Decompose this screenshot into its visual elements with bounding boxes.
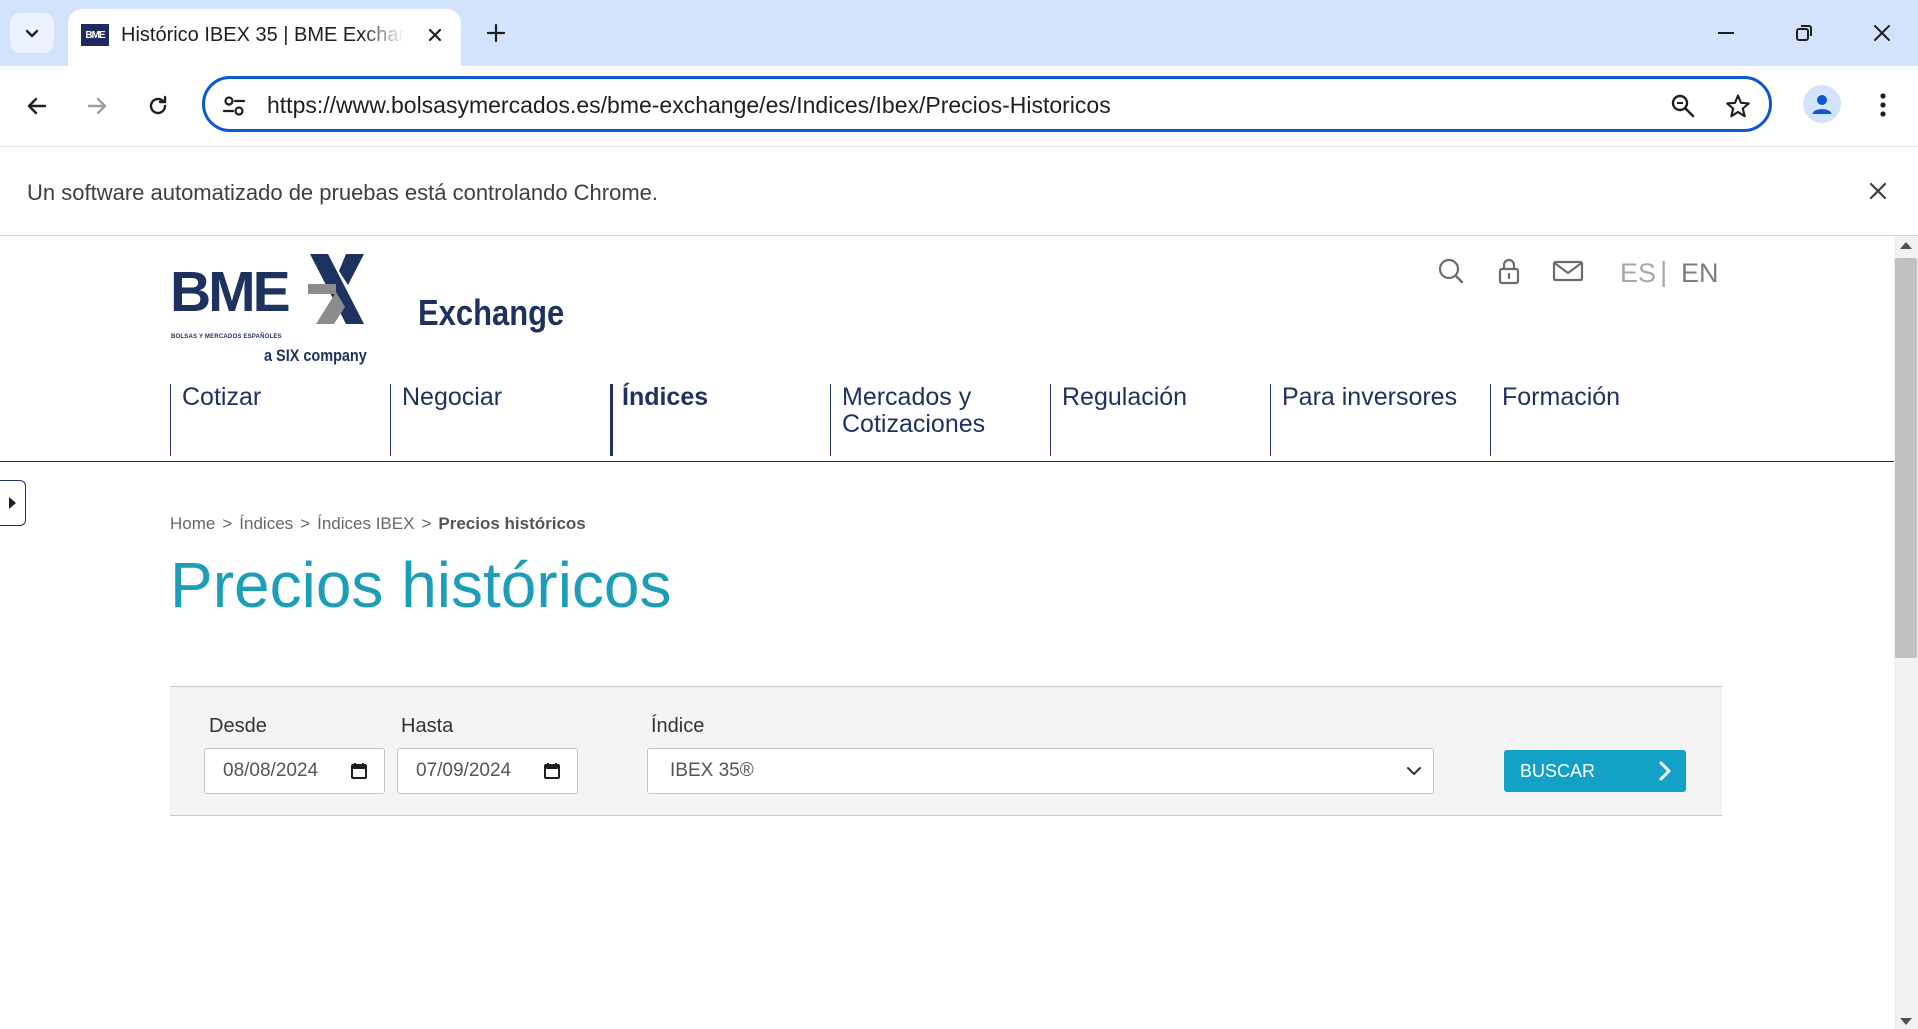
new-tab-button[interactable] [477, 14, 515, 52]
login-button[interactable] [1492, 254, 1526, 288]
profile-button[interactable] [1803, 85, 1841, 123]
nav-item-mercados[interactable]: Mercados y Cotizaciones [830, 384, 1040, 456]
buscar-button[interactable]: BUSCAR [1504, 750, 1686, 792]
tab-close-button[interactable] [421, 21, 449, 49]
indice-selected-value: IBEX 35® [670, 760, 754, 781]
lang-en-link[interactable]: EN [1681, 258, 1719, 289]
site-search-button[interactable] [1434, 254, 1468, 288]
bme-logo[interactable]: BME BOLSAS Y MERCADOS ESPAÑOLES a SIX co… [170, 254, 380, 365]
hasta-label: Hasta [401, 715, 454, 737]
breadcrumb-indices[interactable]: Índices [239, 514, 293, 533]
close-icon [1869, 182, 1887, 200]
breadcrumb-current: Precios históricos [438, 514, 586, 533]
restore-icon [1796, 25, 1812, 41]
restore-button[interactable] [1784, 13, 1824, 53]
historical-prices-filter: Desde 08/08/2024 Hasta 07/09/2024 Índice… [170, 686, 1722, 816]
minimize-icon [1718, 32, 1734, 34]
lang-es-link[interactable]: ES [1620, 258, 1656, 289]
bookmark-button[interactable] [1722, 90, 1754, 122]
minimize-button[interactable] [1706, 13, 1746, 53]
site-settings-icon [222, 96, 246, 116]
browser-menu-button[interactable] [1866, 85, 1900, 125]
nav-item-cotizar[interactable]: Cotizar [170, 384, 380, 456]
more-vert-icon [1880, 93, 1886, 117]
page-scrollbar[interactable] [1894, 236, 1918, 1029]
search-icon [1438, 258, 1464, 284]
desde-date-input[interactable]: 08/08/2024 [204, 748, 385, 794]
tab-title: Histórico IBEX 35 | BME Exchange [121, 24, 404, 46]
infobar-close-button[interactable] [1862, 175, 1894, 207]
chevron-down-icon [1407, 767, 1421, 775]
profile-icon [1812, 95, 1832, 114]
breadcrumb: Home > Índices > Índices IBEX > Precios histór… [170, 514, 586, 534]
forward-icon [87, 97, 107, 115]
scroll-up-arrow[interactable] [1900, 242, 1912, 249]
star-icon [1726, 94, 1750, 118]
back-button[interactable] [16, 85, 58, 127]
close-icon [428, 28, 442, 42]
nav-item-negociar[interactable]: Negociar [390, 384, 600, 456]
site-settings-button[interactable] [219, 91, 249, 121]
back-icon [27, 97, 47, 115]
mail-icon [1552, 260, 1584, 282]
breadcrumb-separator: > [300, 514, 311, 533]
page-title: Precios históricos [170, 549, 672, 621]
close-icon [1874, 25, 1890, 41]
tab-strip: BME Histórico IBEX 35 | BME Exchange [0, 0, 1918, 66]
reload-button[interactable] [137, 85, 179, 127]
breadcrumb-separator: > [421, 514, 432, 533]
desde-date-value: 08/08/2024 [223, 760, 319, 781]
url-text[interactable]: https://www.bolsasymercados.es/bme-excha… [267, 92, 1111, 119]
chevron-right-icon [1659, 761, 1671, 781]
hasta-date-input[interactable]: 07/09/2024 [397, 748, 578, 794]
side-panel-toggle[interactable] [0, 480, 26, 526]
zoom-icon [1671, 94, 1695, 118]
browser-tab-active[interactable]: BME Histórico IBEX 35 | BME Exchange [68, 9, 461, 66]
zoom-button[interactable] [1667, 90, 1699, 122]
infobar-message: Un software automatizado de pruebas está… [27, 180, 659, 205]
caret-right-icon [8, 497, 16, 509]
nav-item-inversores[interactable]: Para inversores [1270, 384, 1480, 456]
close-window-button[interactable] [1862, 13, 1902, 53]
chevron-down-icon [25, 29, 39, 38]
breadcrumb-home[interactable]: Home [170, 514, 215, 533]
reload-icon [149, 95, 167, 115]
tab-favicon: BME [81, 24, 109, 46]
calendar-icon[interactable] [543, 762, 561, 780]
plus-icon [486, 23, 506, 43]
lang-separator: | [1660, 256, 1668, 287]
indice-select[interactable]: IBEX 35® [647, 748, 1434, 794]
nav-item-formacion[interactable]: Formación [1490, 384, 1700, 456]
browser-toolbar: https://www.bolsasymercados.es/bme-excha… [0, 66, 1918, 146]
address-bar[interactable]: https://www.bolsasymercados.es/bme-excha… [202, 76, 1772, 132]
logo-subtitle: BOLSAS Y MERCADOS ESPAÑOLES [171, 334, 282, 340]
logo-wordmark: BME [170, 260, 291, 324]
tab-search-button[interactable] [10, 13, 54, 53]
logo-tagline: a SIX company [264, 346, 367, 365]
scroll-down-arrow[interactable] [1900, 1018, 1912, 1025]
breadcrumb-separator: > [222, 514, 233, 533]
lock-icon [1498, 258, 1520, 285]
automation-infobar: Un software automatizado de pruebas está… [0, 146, 1918, 236]
indice-label: Índice [651, 715, 705, 737]
logo-x-mark [308, 254, 364, 324]
desde-label: Desde [209, 715, 267, 737]
main-nav: Cotizar Negociar Índices Mercados y Coti… [0, 384, 1894, 462]
forward-button[interactable] [76, 85, 118, 127]
scroll-thumb[interactable] [1895, 258, 1917, 658]
breadcrumb-indices-ibex[interactable]: Índices IBEX [317, 514, 414, 533]
buscar-label: BUSCAR [1520, 761, 1596, 781]
hasta-date-value: 07/09/2024 [416, 760, 512, 781]
nav-item-indices[interactable]: Índices [610, 384, 820, 456]
contact-button[interactable] [1551, 254, 1585, 288]
exchange-label: Exchange [418, 292, 565, 333]
nav-item-regulacion[interactable]: Regulación [1050, 384, 1260, 456]
calendar-icon[interactable] [350, 762, 368, 780]
page-viewport: BME BOLSAS Y MERCADOS ESPAÑOLES a SIX co… [0, 236, 1894, 1029]
